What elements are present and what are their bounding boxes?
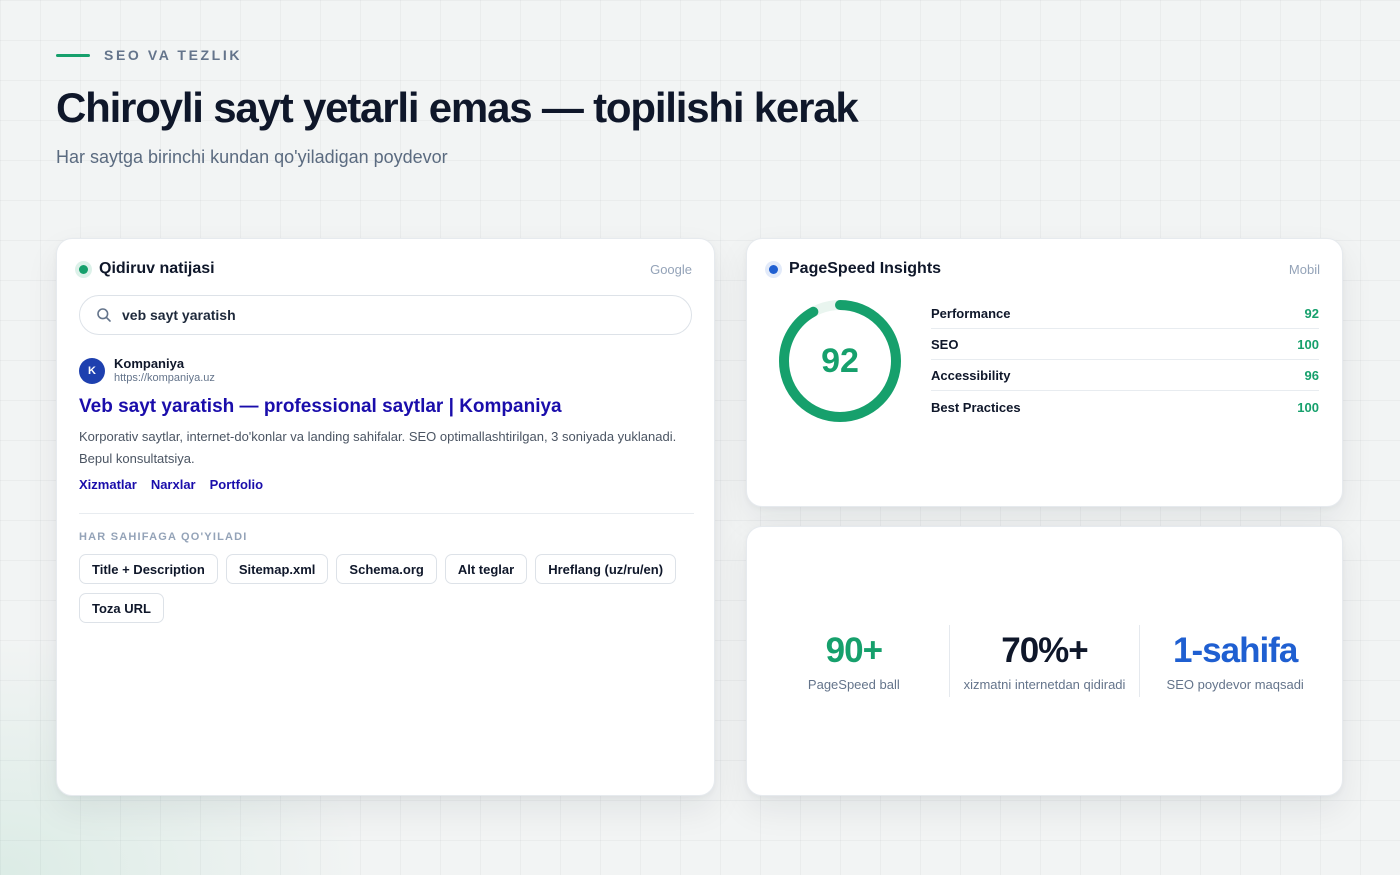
result-title-link[interactable]: Veb sayt yaratish — professional saytlar… xyxy=(79,396,694,418)
metric-value: 100 xyxy=(1297,399,1319,415)
eyebrow-label: SEO VA TEZLIK xyxy=(104,47,243,63)
status-dot-icon xyxy=(79,264,88,274)
device-tag: Mobil xyxy=(1288,261,1320,277)
section-divider xyxy=(79,513,694,514)
page-subtitle: Har saytga birinchi kundan qo'yiladigan … xyxy=(56,147,448,167)
sitelink-portfolio[interactable]: Portfolio xyxy=(210,477,263,492)
stat-pagespeed: 90+ PageSpeed ball xyxy=(759,625,950,697)
search-engine-tag: Google xyxy=(650,261,692,277)
stat-value: 70%+ xyxy=(1001,630,1088,670)
score-gauge: 92 xyxy=(775,296,905,426)
page-title: Chiroyli sayt yetarli emas — topilishi k… xyxy=(56,84,859,131)
metric-row-performance: Performance 92 xyxy=(931,299,1319,329)
metric-label: Best Practices xyxy=(931,399,1021,415)
metric-row-accessibility: Accessibility 96 xyxy=(931,361,1319,391)
stat-label: PageSpeed ball xyxy=(807,676,900,692)
chip-schema: Schema.org xyxy=(336,554,437,584)
search-input[interactable]: veb sayt yaratish xyxy=(79,295,692,335)
metric-label: Accessibility xyxy=(931,368,1011,383)
stat-value: 90+ xyxy=(825,630,883,670)
metric-row-seo: SEO 100 xyxy=(931,330,1319,360)
chip-alt-tags: Alt teglar xyxy=(444,554,528,584)
sitelink-narxlar[interactable]: Narxlar xyxy=(151,477,196,492)
chip-hreflang: Hreflang (uz/ru/en) xyxy=(535,554,677,584)
pagespeed-card-header: PageSpeed Insights Mobil xyxy=(769,258,1320,280)
stat-internet-search: 70%+ xizmatni internetdan qidiradi xyxy=(950,625,1141,697)
stat-label: SEO poydevor maqsadi xyxy=(1166,676,1304,692)
result-site-name: Kompaniya xyxy=(114,356,185,371)
metric-label: SEO xyxy=(931,337,959,352)
chip-clean-url: Toza URL xyxy=(79,593,164,623)
stat-label: xizmatni internetdan qidiradi xyxy=(963,676,1126,692)
metric-row-best-practices: Best Practices 100 xyxy=(931,392,1319,422)
pagespeed-card: PageSpeed Insights Mobil 92 Performance … xyxy=(746,238,1343,507)
stat-value: 1-sahifa xyxy=(1173,630,1298,670)
eyebrow-accent-line xyxy=(56,53,90,57)
search-card-title: Qidiruv natijasi xyxy=(99,260,215,277)
search-card-header: Qidiruv natijasi Google xyxy=(79,258,692,280)
result-site-meta: Kompaniya https://kompaniya.uz xyxy=(114,357,215,385)
stats-card: 90+ PageSpeed ball 70%+ xizmatni interne… xyxy=(746,526,1343,796)
result-description: Korporativ saytlar, internet-do'konlar v… xyxy=(79,429,677,466)
seo-feature-chips: Title + Description Sitemap.xml Schema.o… xyxy=(79,554,679,623)
result-site-row: K Kompaniya https://kompaniya.uz xyxy=(79,357,694,385)
status-dot-icon xyxy=(769,264,778,274)
chip-sitemap: Sitemap.xml xyxy=(225,554,329,584)
search-query: veb sayt yaratish xyxy=(122,307,236,323)
search-result: K Kompaniya https://kompaniya.uz Veb say… xyxy=(79,357,694,492)
site-favicon-icon: K xyxy=(79,358,105,384)
eyebrow: SEO VA TEZLIK xyxy=(56,47,242,63)
metrics-list: Performance 92 SEO 100 Accessibility 96 … xyxy=(931,299,1319,422)
search-result-card: Qidiruv natijasi Google veb sayt yaratis… xyxy=(56,238,715,796)
metric-value: 92 xyxy=(1304,306,1319,321)
search-icon xyxy=(97,308,111,322)
result-url: https://kompaniya.uz xyxy=(114,372,215,384)
seo-features-label: HAR SAHIFAGA QO'YILADI xyxy=(79,531,248,543)
metric-label: Performance xyxy=(931,306,1011,321)
chip-title-description: Title + Description xyxy=(79,554,218,584)
stats-row: 90+ PageSpeed ball 70%+ xizmatni interne… xyxy=(759,625,1330,697)
result-sitelinks: Xizmatlar Narxlar Portfolio xyxy=(79,477,694,492)
score-value: 92 xyxy=(821,341,859,380)
metric-value: 100 xyxy=(1297,337,1319,352)
metric-value: 96 xyxy=(1304,368,1319,383)
pagespeed-card-title: PageSpeed Insights xyxy=(789,260,942,277)
stat-first-page: 1-sahifa SEO poydevor maqsadi xyxy=(1140,625,1330,697)
sitelink-xizmatlar[interactable]: Xizmatlar xyxy=(79,477,137,492)
